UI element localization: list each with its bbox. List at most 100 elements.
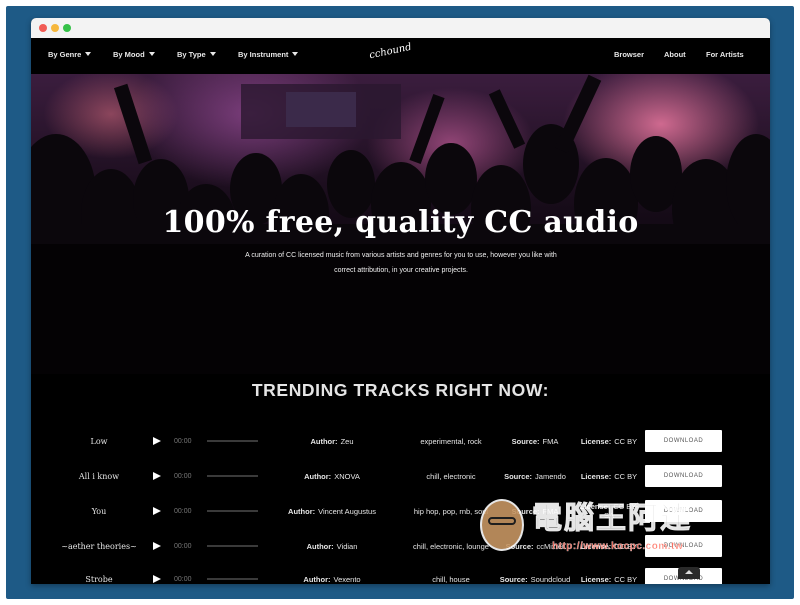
track-title: ~aether theories~ — [61, 541, 137, 551]
hero-section: 100% free, quality CC audio A curation o… — [31, 74, 770, 374]
chevron-up-icon — [685, 570, 693, 574]
track-title: Strobe — [85, 574, 113, 584]
play-icon — [153, 437, 161, 445]
track-license: License: CC BY — [577, 531, 641, 561]
author-label: Author: — [303, 574, 331, 584]
track-title: All i know — [78, 471, 120, 481]
license-label: License: — [579, 502, 611, 511]
play-button[interactable] — [153, 426, 161, 456]
close-window-button[interactable] — [39, 24, 47, 32]
license-value: CC BY — [614, 541, 638, 551]
license-value: CC BY — [614, 436, 638, 446]
play-icon — [153, 472, 161, 480]
caret-down-icon — [209, 52, 216, 56]
author-label: Author: — [304, 471, 332, 481]
license-label: License: — [580, 471, 612, 481]
source-value: Soundcloud — [530, 574, 571, 584]
track-row: You 00:00 Author: Vincent Augustus hip ho… — [31, 496, 770, 526]
track-time: 00:00 — [174, 437, 192, 445]
minimize-window-button[interactable] — [51, 24, 59, 32]
author-value: Vidian — [336, 541, 358, 551]
nav-label: By Instrument — [238, 50, 289, 59]
download-button[interactable]: DOWNLOAD — [645, 430, 722, 452]
play-button[interactable] — [153, 564, 161, 584]
source-label: Source: — [511, 506, 540, 516]
track-license: License: CC BY — [577, 461, 641, 491]
hero-subtitle: A curation of CC licensed music from var… — [245, 252, 557, 274]
download-cell: DOWNLOAD — [645, 461, 722, 491]
license-value: CC BY — [614, 471, 638, 481]
caret-down-icon — [85, 52, 92, 56]
source-value: ccMixter — [536, 541, 565, 551]
nav-label: By Genre — [48, 50, 82, 59]
source-value: Jamendo — [535, 471, 566, 481]
nav-label: By Mood — [113, 50, 145, 59]
caret-down-icon — [148, 52, 155, 56]
author-value: XNOVA — [334, 471, 360, 481]
track-row: All i know 00:00 Author: XNOVA chill, ele… — [31, 461, 770, 491]
download-button[interactable]: DOWNLOAD — [645, 535, 722, 557]
track-row: Strobe 00:00 Author: Vexento chill, house… — [31, 564, 770, 584]
track-time: 00:00 — [174, 472, 192, 480]
source-label: Source: — [499, 574, 528, 584]
play-button[interactable] — [153, 531, 161, 561]
track-time: 00:00 — [174, 542, 192, 550]
track-license: License: CC BY — [577, 564, 641, 584]
track-title: You — [91, 506, 107, 516]
play-icon — [153, 575, 161, 583]
track-title: Low — [90, 436, 108, 446]
nav-for-artists[interactable]: For Artists — [706, 50, 744, 59]
author-label: Author: — [306, 541, 334, 551]
trending-heading: TRENDING TRACKS RIGHT NOW: — [251, 380, 550, 400]
author-value: Zeu — [340, 436, 354, 446]
download-button[interactable]: DOWNLOAD — [645, 500, 722, 522]
track-source: Source: Soundcloud — [481, 564, 589, 584]
nav-about[interactable]: About — [664, 50, 686, 59]
nav-by-type[interactable]: By Type — [177, 50, 216, 59]
browser-window: By Genre By Mood By Type By Instrument c… — [31, 18, 770, 584]
track-time: 00:00 — [174, 507, 192, 515]
browser-chrome — [31, 18, 770, 39]
author-value: Vexento — [333, 574, 361, 584]
nav-label: By Type — [177, 50, 206, 59]
source-label: Source: — [504, 471, 533, 481]
nav-by-instrument[interactable]: By Instrument — [238, 50, 299, 59]
progress-bar[interactable] — [207, 426, 258, 456]
source-label: Source: — [511, 436, 540, 446]
download-button[interactable]: DOWNLOAD — [645, 465, 722, 487]
play-icon — [153, 507, 161, 515]
license-label: License: — [580, 574, 612, 584]
progress-bar[interactable] — [207, 564, 258, 584]
track-source: Source: ccMixter — [481, 531, 589, 561]
track-license: License: CC BY — [577, 426, 641, 456]
source-value: FMA — [542, 436, 559, 446]
track-source: Source: FMA — [481, 496, 589, 526]
progress-bar[interactable] — [207, 461, 258, 491]
progress-bar[interactable] — [207, 496, 258, 526]
hero-title: 100% free, quality CC audio — [162, 205, 639, 240]
play-button[interactable] — [153, 496, 161, 526]
license-value: CC BY — [614, 574, 638, 584]
nav-browser[interactable]: Browser — [614, 50, 644, 59]
track-row: ~aether theories~ 00:00 Author: Vidian ch… — [31, 531, 770, 561]
download-cell: DOWNLOAD — [645, 531, 722, 561]
license-label: License: — [580, 436, 612, 446]
license-label: License: — [580, 541, 612, 551]
maximize-window-button[interactable] — [63, 24, 71, 32]
caret-down-icon — [292, 52, 299, 56]
download-cell: DOWNLOAD — [645, 426, 722, 456]
nav-by-genre[interactable]: By Genre — [48, 50, 92, 59]
author-label: Author: — [310, 436, 338, 446]
track-license: License: CC BY-SA — [577, 496, 641, 526]
author-label: Author: — [288, 506, 316, 516]
download-cell: DOWNLOAD — [645, 496, 722, 526]
nav-by-mood[interactable]: By Mood — [113, 50, 155, 59]
play-button[interactable] — [153, 461, 161, 491]
track-time: 00:00 — [174, 575, 192, 583]
site-logo[interactable]: cchound — [368, 42, 412, 62]
top-nav: By Genre By Mood By Type By Instrument c… — [31, 38, 770, 74]
source-label: Source: — [505, 541, 534, 551]
author-value: Vincent Augustus — [318, 506, 376, 516]
scroll-to-top-button[interactable] — [678, 567, 700, 579]
progress-bar[interactable] — [207, 531, 258, 561]
